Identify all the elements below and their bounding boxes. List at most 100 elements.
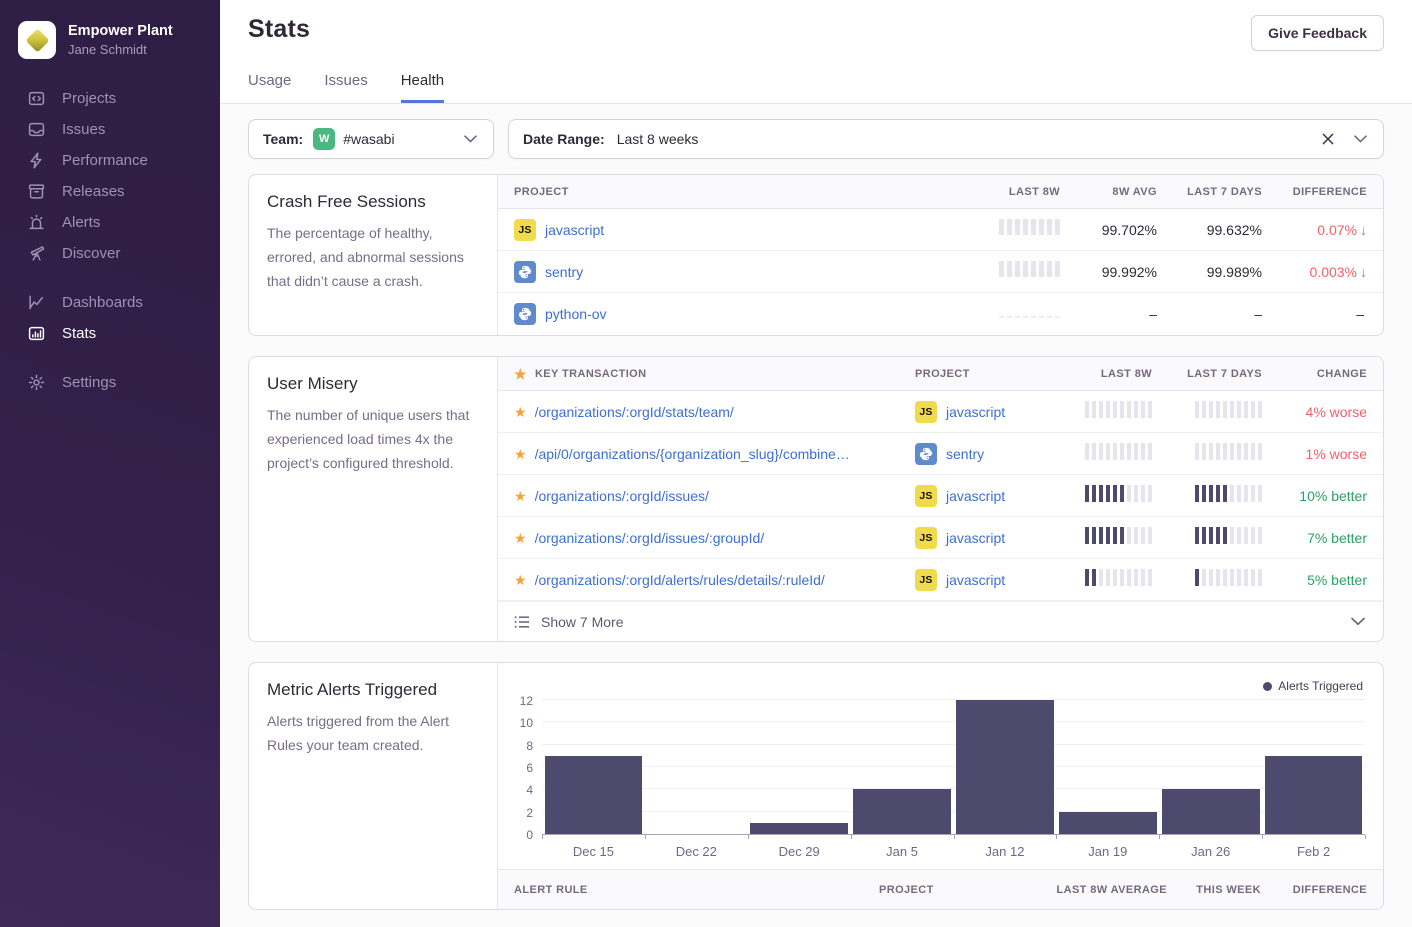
sidebar-item-projects[interactable]: Projects [0,83,220,114]
org-avatar [18,21,56,59]
transaction-link[interactable]: /api/0/organizations/{organization_slug}… [535,446,850,462]
key-transaction-star-icon[interactable]: ★ [514,405,527,419]
chart-bar [1262,689,1365,834]
key-transaction-star-icon[interactable]: ★ [514,573,527,587]
sidebar-item-alerts[interactable]: Alerts [0,207,220,238]
sessions-sparkline [999,316,1060,318]
transaction-link[interactable]: /organizations/:orgId/issues/ [535,488,709,504]
alerts-icon [27,214,45,232]
column-header: LAST 8W [1009,186,1060,198]
team-select-label: Team: [263,131,303,147]
chart-bar [645,689,748,834]
date-range-value: Last 8 weeks [617,131,699,147]
table-row: ★ /organizations/:orgId/stats/team/ JS j… [498,391,1383,433]
sidebar-item-settings[interactable]: Settings [0,367,220,398]
chart-x-tick-label: Jan 12 [954,844,1057,859]
sidebar-item-releases[interactable]: Releases [0,176,220,207]
org-switcher[interactable]: Empower Plant Jane Schmidt [0,0,220,81]
transaction-link[interactable]: /organizations/:orgId/stats/team/ [535,404,734,420]
change-value: 1% worse [1306,446,1367,462]
last-7-days-value: – [1254,306,1262,322]
tab-health[interactable]: Health [401,72,444,103]
sidebar-item-dashboards[interactable]: Dashboards [0,287,220,318]
org-name: Empower Plant [68,23,173,40]
column-header: KEY TRANSACTION [535,368,647,380]
transaction-link[interactable]: /organizations/:orgId/alerts/rules/detai… [535,572,825,588]
misery-sparkline-8w [1085,443,1152,460]
table-row: JS javascript 99.702% 99.632% 0.07% ↓ [498,209,1383,251]
chart-x-tick-label: Jan 26 [1159,844,1262,859]
chart-y-axis: 024681012 [508,689,542,835]
user-name: Jane Schmidt [68,42,173,57]
panel-title: Crash Free Sessions [267,192,479,212]
misery-sparkline-8w [1085,401,1152,418]
sidebar-item-stats[interactable]: Stats [0,318,220,349]
page-header: Stats Give Feedback Usage Issues Health [220,0,1412,104]
clear-date-range-icon[interactable] [1320,131,1336,147]
releases-icon [27,183,45,201]
column-header: ALERT RULE [514,884,879,896]
python-platform-icon [514,303,536,325]
tab-usage[interactable]: Usage [248,72,291,103]
project-link[interactable]: javascript [545,222,604,238]
user-misery-table: ★ KEY TRANSACTION PROJECT LAST 8W LAST 7… [498,357,1383,641]
metric-alerts-panel: Metric Alerts Triggered Alerts triggered… [248,662,1384,910]
team-avatar: W [313,128,335,150]
difference-value: 0.07% ↓ [1317,222,1367,238]
project-link[interactable]: python-ov [545,306,606,322]
column-header: DIFFERENCE [1293,186,1367,198]
python-platform-icon [915,443,937,465]
key-transaction-star-icon[interactable]: ★ [514,489,527,503]
user-misery-panel: User Misery The number of unique users t… [248,356,1384,642]
show-more-button[interactable]: Show 7 More [498,601,1383,641]
project-link[interactable]: javascript [946,404,1005,420]
discover-icon [27,245,45,263]
sidebar-item-issues[interactable]: Issues [0,114,220,145]
sidebar-item-label: Settings [62,374,116,391]
chart-bar [542,689,645,834]
transaction-link[interactable]: /organizations/:orgId/issues/:groupId/ [535,530,765,546]
misery-sparkline-7d [1195,485,1262,502]
date-range-label: Date Range: [523,131,605,147]
give-feedback-button[interactable]: Give Feedback [1251,15,1384,51]
chart-bar [1159,689,1262,834]
tab-issues[interactable]: Issues [324,72,367,103]
crash-free-sessions-side: Crash Free Sessions The percentage of he… [249,175,498,335]
misery-sparkline-7d [1195,401,1262,418]
date-range-select[interactable]: Date Range: Last 8 weeks [508,119,1384,159]
chevron-down-icon[interactable] [1349,615,1367,628]
misery-sparkline-8w [1085,527,1152,544]
issues-icon [27,121,45,139]
panel-title: User Misery [267,374,479,394]
project-link[interactable]: javascript [946,488,1005,504]
sidebar-item-label: Dashboards [62,294,143,311]
sidebar-item-performance[interactable]: Performance [0,145,220,176]
javascript-platform-icon: JS [915,569,937,591]
sidebar-item-discover[interactable]: Discover [0,238,220,269]
key-transaction-star-icon[interactable]: ★ [514,531,527,545]
key-transaction-star-icon[interactable]: ★ [514,447,527,461]
chart-x-tick-label: Dec 15 [542,844,645,859]
chart-x-tick-label: Dec 29 [748,844,851,859]
javascript-platform-icon: JS [915,527,937,549]
avg-8w-value: – [1149,306,1157,322]
project-link[interactable]: javascript [946,530,1005,546]
change-value: 7% better [1307,530,1367,546]
stats-icon [27,325,45,343]
chart-x-tick-label: Jan 5 [851,844,954,859]
table-row: python-ov – – – [498,293,1383,335]
sidebar-item-label: Issues [62,121,105,138]
table-header-row: PROJECT LAST 8W 8W AVG LAST 7 DAYS DIFFE… [498,175,1383,209]
project-link[interactable]: sentry [545,264,583,280]
project-link[interactable]: javascript [946,572,1005,588]
column-header: PROJECT [879,884,997,896]
sidebar-item-label: Stats [62,325,96,342]
project-link[interactable]: sentry [946,446,984,462]
sidebar-item-label: Performance [62,152,148,169]
alerts-chart-plot [542,689,1365,835]
team-select[interactable]: Team: W #wasabi [248,119,494,159]
app-root: Empower Plant Jane Schmidt Projects Issu… [0,0,1412,927]
difference-value: 0.003% ↓ [1310,264,1367,280]
crash-free-sessions-table: PROJECT LAST 8W 8W AVG LAST 7 DAYS DIFFE… [498,175,1383,335]
change-value: 4% worse [1306,404,1367,420]
